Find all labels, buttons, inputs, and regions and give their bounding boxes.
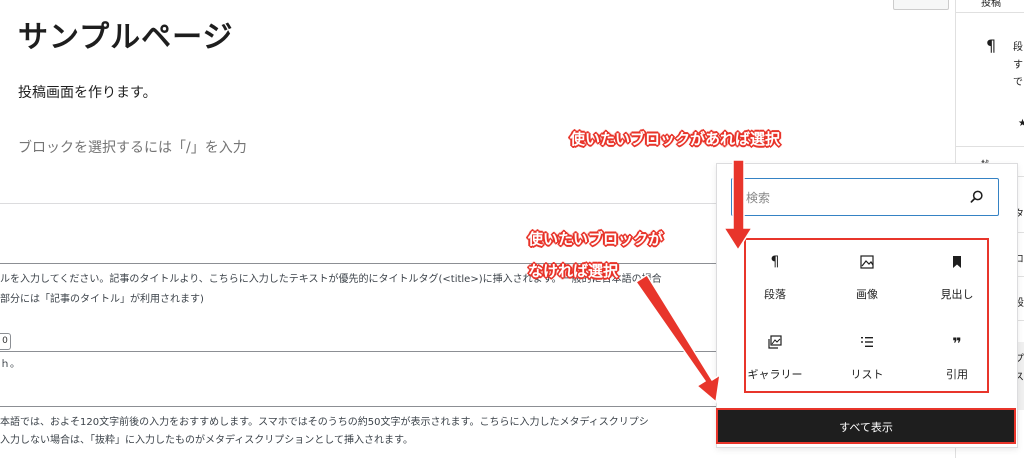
search-icon[interactable] — [968, 188, 986, 206]
block-label: ギャラリー — [747, 368, 803, 381]
block-label: リスト — [850, 368, 884, 381]
block-label: 見出し — [940, 288, 974, 301]
paragraph-block[interactable]: 投稿画面を作ります。 — [18, 82, 157, 102]
paragraph-icon: ¶ — [986, 36, 997, 55]
block-image[interactable]: 画像 — [827, 242, 907, 312]
annotation-middle-1: 使いたいブロックが — [528, 230, 664, 248]
small-note: ｈ。 — [0, 359, 20, 370]
block-placeholder[interactable]: ブロックを選択するには「/」を入力 — [18, 137, 247, 157]
search-input[interactable] — [744, 179, 958, 216]
top-button[interactable] — [893, 0, 949, 10]
block-desc: す — [1013, 60, 1023, 71]
image-icon — [827, 254, 907, 276]
inserter-search[interactable] — [731, 178, 999, 216]
gallery-icon — [735, 334, 815, 356]
block-desc: で — [1013, 77, 1023, 88]
star-icon[interactable]: ★ — [1018, 118, 1024, 129]
show-all-button[interactable]: すべて表示 — [716, 408, 1016, 444]
page-title[interactable]: サンプルページ — [18, 12, 234, 56]
block-gallery[interactable]: ギャラリー — [735, 322, 815, 392]
block-label: 段落 — [764, 288, 786, 301]
description-help-text: 本語では、およそ120文字前後の入力をおすすめします。スマホではそのうちの約50… — [0, 417, 649, 428]
bookmark-icon — [917, 254, 997, 276]
block-paragraph[interactable]: ¶ 段落 — [735, 242, 815, 312]
block-desc: 段 — [1013, 42, 1023, 53]
paragraph-icon: ¶ — [770, 254, 780, 270]
divider — [956, 12, 1024, 13]
annotation-top: 使いたいブロックがあれば選択 — [570, 130, 781, 148]
block-list[interactable]: リスト — [827, 322, 907, 392]
block-quote[interactable]: ❞ 引用 — [917, 322, 997, 392]
list-icon — [827, 334, 907, 356]
quote-icon: ❞ — [952, 334, 962, 353]
divider — [0, 406, 720, 407]
tab-post[interactable]: 投稿 — [981, 0, 1001, 9]
description-help-text-2: 入力しない場合は、「抜粋」に入力したものがメタディスクリプションとして挿入されま… — [0, 435, 413, 446]
block-label: 引用 — [946, 368, 968, 381]
title-help-text-2: 部分には「記事のタイトル」が利用されます) — [0, 294, 204, 305]
annotation-middle-2: なければ選択 — [528, 262, 619, 280]
block-inserter-popover: ¶ 段落 画像 見出し ギャラリー リスト ❞ 引用 — [716, 163, 1018, 448]
counter-field[interactable]: 0 — [0, 333, 11, 350]
divider — [956, 146, 1024, 147]
divider — [0, 351, 720, 352]
block-heading[interactable]: 見出し — [917, 242, 997, 312]
block-label: 画像 — [856, 288, 878, 301]
